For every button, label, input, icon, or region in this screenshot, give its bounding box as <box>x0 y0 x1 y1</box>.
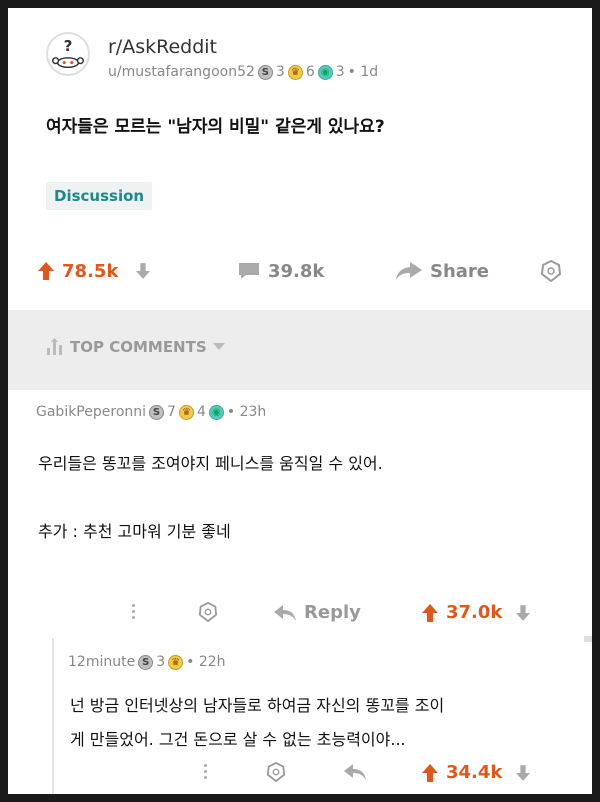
askreddit-icon: ? <box>48 34 88 74</box>
svg-text:?: ? <box>64 37 73 55</box>
reply-icon <box>344 764 366 780</box>
share-icon <box>396 262 422 280</box>
comment-edit-line: 추가 : 추천 고마워 기분 좋네 <box>38 522 231 541</box>
comment-actions: Reply 37.0k <box>8 600 592 628</box>
sort-dropdown[interactable]: TOP COMMENTS <box>46 338 225 356</box>
reddit-screenshot: ? r/AskReddit u/mustafarangoon52 S 3 ♛ 6… <box>8 8 592 794</box>
reply-meta: 12minute S 3 ♛ • 22h <box>68 654 226 670</box>
silver-award-icon: S <box>138 654 154 670</box>
gold-award-icon: ♛ <box>287 64 303 80</box>
award-icon <box>198 602 218 622</box>
chevron-down-icon <box>212 343 225 350</box>
award-button[interactable] <box>266 762 286 782</box>
reply-body-line-2: 게 만들었어. 그건 돈으로 살 수 없는 초능력이야... <box>70 730 406 749</box>
comment-icon <box>239 263 259 279</box>
reply-upvote-count: 34.4k <box>446 762 503 783</box>
post-age: • 1d <box>347 64 379 80</box>
upvote-icon[interactable] <box>38 262 54 280</box>
silver-award-count: 7 <box>167 404 176 420</box>
post-vote: 78.5k <box>38 260 151 282</box>
comment-upvote-count: 37.0k <box>446 602 503 623</box>
subreddit-name[interactable]: r/AskReddit <box>108 36 217 58</box>
downvote-icon[interactable] <box>516 604 531 621</box>
reply-username[interactable]: 12minute <box>68 654 135 670</box>
award-icon <box>266 762 286 782</box>
silver-award-count: 3 <box>156 654 166 670</box>
comment-body-line: 우리들은 똥꼬를 조여야지 페니스를 움직일 수 있어. <box>38 454 383 473</box>
reply-icon <box>274 604 296 621</box>
reply-actions: 34.4k <box>8 760 592 788</box>
award-button[interactable] <box>198 602 218 622</box>
sort-label: TOP COMMENTS <box>70 338 207 356</box>
gold-award-count: 6 <box>305 64 315 80</box>
more-dots-icon <box>202 764 208 779</box>
more-options-button[interactable] <box>130 604 136 619</box>
helpful-award-count: 3 <box>335 64 345 80</box>
gold-award-icon: ♛ <box>168 654 184 670</box>
comment-meta: GabikPeperonni S 7 ♛ 4 ◉ • 23h <box>36 404 266 420</box>
post-upvote-count: 78.5k <box>62 260 119 282</box>
upvote-icon[interactable] <box>422 603 438 622</box>
gold-award-icon: ♛ <box>178 404 194 420</box>
post-meta: u/mustafarangoon52 S 3 ♛ 6 ◉ 3 • 1d <box>108 64 378 80</box>
award-button[interactable] <box>540 260 562 282</box>
reply-button[interactable]: Reply <box>274 602 361 623</box>
subreddit-avatar[interactable]: ? <box>46 32 90 76</box>
more-dots-icon <box>130 604 136 619</box>
reply-age: • 22h <box>186 654 226 670</box>
reply-label: Reply <box>304 602 361 623</box>
reply-button[interactable] <box>344 764 366 780</box>
post-title[interactable]: 여자들은 모르는 "남자의 비밀" 같은게 있나요? <box>46 112 385 137</box>
comment-age: • 23h <box>226 404 267 420</box>
sort-icon <box>47 338 62 355</box>
comments-button[interactable]: 39.8k <box>238 261 324 282</box>
gold-award-count: 4 <box>196 404 206 420</box>
post-username[interactable]: u/mustafarangoon52 <box>108 64 255 80</box>
silver-award-icon: S <box>257 64 273 80</box>
award-icon <box>540 260 562 282</box>
more-options-button[interactable] <box>202 764 208 779</box>
upvote-icon[interactable] <box>422 763 438 782</box>
downvote-icon[interactable] <box>136 263 151 279</box>
comment-count: 39.8k <box>268 260 325 282</box>
post-flair[interactable]: Discussion <box>46 182 153 210</box>
silver-award-count: 3 <box>275 64 285 80</box>
share-label: Share <box>430 260 490 282</box>
comment-username[interactable]: GabikPeperonni <box>36 404 146 420</box>
helpful-award-icon: ◉ <box>208 404 224 420</box>
share-button[interactable]: Share <box>396 261 489 282</box>
reply-body-line-1: 넌 방금 인터넷상의 남자들로 하여금 자신의 똥꼬를 조이 <box>70 696 445 715</box>
silver-award-icon: S <box>149 404 165 420</box>
comment-vote: 37.0k <box>422 602 531 623</box>
reply-vote: 34.4k <box>422 762 531 783</box>
post-actions: 78.5k 39.8k Share <box>38 256 578 286</box>
helpful-award-icon: ◉ <box>317 64 333 80</box>
downvote-icon[interactable] <box>516 764 531 781</box>
